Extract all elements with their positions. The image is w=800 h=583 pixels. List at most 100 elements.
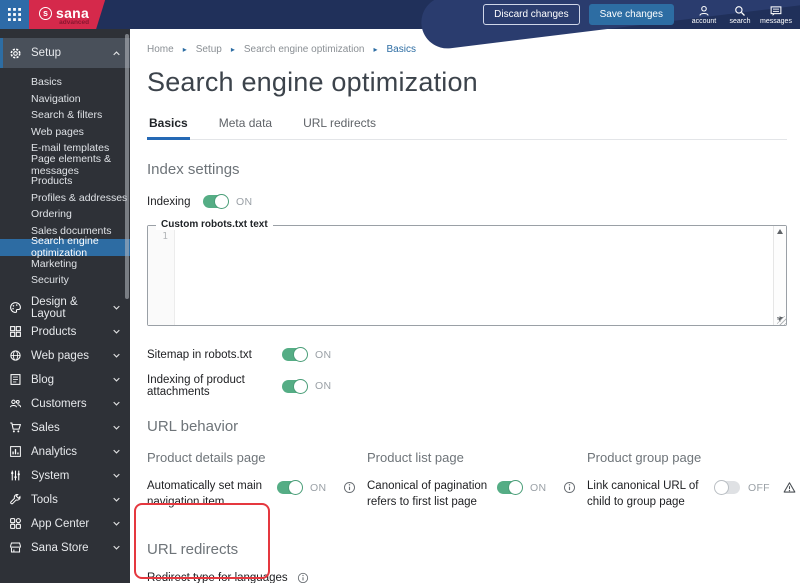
sitemap-label: Sitemap in robots.txt bbox=[147, 348, 252, 361]
sidebar-section-blog[interactable]: Blog bbox=[0, 368, 130, 392]
resize-grip-icon[interactable] bbox=[777, 316, 786, 325]
robots-txt-textarea[interactable] bbox=[175, 226, 773, 325]
breadcrumb-separator-icon: ▸ bbox=[373, 45, 378, 54]
index-settings-heading: Index settings bbox=[147, 161, 240, 178]
sidebar-item-web-pages[interactable]: Web pages bbox=[0, 124, 130, 141]
sitemap-toggle[interactable] bbox=[282, 347, 308, 362]
palette-icon bbox=[10, 302, 21, 313]
robots-txt-editor-label: Custom robots.txt text bbox=[156, 219, 273, 230]
breadcrumb-current: Basics bbox=[386, 44, 416, 55]
chevron-down-icon bbox=[113, 305, 120, 310]
chevron-down-icon bbox=[113, 401, 120, 406]
apps-grid-icon bbox=[8, 8, 21, 21]
url-redirects-heading: URL redirects bbox=[147, 541, 239, 559]
warning-icon[interactable] bbox=[783, 481, 796, 494]
sidebar-section-setup[interactable]: Setup bbox=[0, 38, 130, 68]
info-icon[interactable] bbox=[563, 481, 576, 494]
sidebar-section-web-pages[interactable]: Web pages bbox=[0, 344, 130, 368]
page-title: Search engine optimization bbox=[147, 67, 478, 97]
indexing-setting-row: Indexing ON bbox=[147, 194, 787, 209]
line-number-gutter: 1 bbox=[148, 226, 175, 325]
sidebar-section-label: Setup bbox=[31, 47, 62, 59]
sana-logo[interactable]: s sana advanced bbox=[29, 0, 105, 29]
sidebar-item-search-engine-optimization[interactable]: Search engine optimization bbox=[0, 235, 130, 259]
indexing-toggle[interactable] bbox=[203, 194, 229, 209]
sidebar-section-sales[interactable]: Sales bbox=[0, 416, 130, 440]
sidebar: Setup Basics Navigation Search & filters… bbox=[0, 29, 130, 583]
link-canonical-child-state: OFF bbox=[748, 481, 770, 494]
chevron-down-icon bbox=[113, 473, 120, 478]
wrench-icon bbox=[10, 494, 21, 505]
messages-button[interactable]: messages bbox=[758, 5, 794, 25]
account-button[interactable]: account bbox=[686, 5, 722, 25]
product-group-page-column: Product group page Link canonical URL of… bbox=[587, 450, 800, 510]
breadcrumb-setup[interactable]: Setup bbox=[196, 44, 222, 55]
sidebar-item-ordering[interactable]: Ordering bbox=[0, 206, 130, 223]
robots-txt-editor[interactable]: Custom robots.txt text 1 bbox=[147, 219, 787, 326]
chevron-up-icon bbox=[113, 50, 120, 55]
link-canonical-child-label: Link canonical URL of child to group pag… bbox=[587, 480, 699, 508]
sidebar-section-sana-store[interactable]: Sana Store bbox=[0, 536, 130, 560]
tab-basics[interactable]: Basics bbox=[147, 116, 190, 140]
sliders-icon bbox=[11, 470, 20, 481]
breadcrumb-separator-icon: ▸ bbox=[230, 45, 235, 54]
save-changes-button[interactable]: Save changes bbox=[588, 4, 674, 25]
grid-icon bbox=[10, 326, 21, 337]
tab-meta-data[interactable]: Meta data bbox=[217, 116, 274, 139]
product-attachments-setting-row: Indexing of product attachments ON bbox=[147, 374, 787, 398]
auto-main-nav-toggle[interactable] bbox=[277, 480, 303, 495]
blog-document-icon bbox=[10, 374, 21, 385]
product-list-page-heading: Product list page bbox=[367, 450, 464, 465]
sidebar-section-customers[interactable]: Customers bbox=[0, 392, 130, 416]
discard-changes-button[interactable]: Discard changes bbox=[483, 4, 580, 25]
redirect-type-label: Redirect type for languages bbox=[147, 572, 288, 583]
sidebar-item-security[interactable]: Security bbox=[0, 272, 130, 289]
sidebar-item-navigation[interactable]: Navigation bbox=[0, 91, 130, 108]
cart-icon bbox=[10, 422, 22, 433]
topbar: s sana advanced Discard changes Save cha… bbox=[0, 0, 800, 52]
main-content: Home ▸ Setup ▸ Search engine optimizatio… bbox=[130, 29, 800, 583]
sidebar-section-products[interactable]: Products bbox=[0, 320, 130, 344]
sidebar-item-profiles-addresses[interactable]: Profiles & addresses bbox=[0, 190, 130, 207]
search-button[interactable]: search bbox=[722, 5, 758, 25]
sidebar-item-page-elements[interactable]: Page elements & messages bbox=[0, 153, 130, 177]
search-icon bbox=[735, 5, 745, 16]
gear-icon bbox=[10, 47, 21, 59]
sidebar-item-search-filters[interactable]: Search & filters bbox=[0, 107, 130, 124]
info-icon[interactable] bbox=[297, 572, 309, 583]
product-attachments-toggle[interactable] bbox=[282, 378, 308, 394]
canonical-pagination-label: Canonical of pagination refers to first … bbox=[367, 480, 488, 508]
breadcrumb-seo[interactable]: Search engine optimization bbox=[244, 44, 365, 55]
url-behavior-columns: Product details page Automatically set m… bbox=[147, 450, 796, 510]
indexing-state: ON bbox=[236, 195, 253, 208]
indexing-label: Indexing bbox=[147, 195, 191, 208]
chevron-down-icon bbox=[113, 425, 120, 430]
canonical-pagination-toggle[interactable] bbox=[497, 480, 523, 495]
url-redirects-section: URL redirects Redirect type for language… bbox=[147, 541, 787, 583]
apps-menu-button[interactable] bbox=[0, 0, 29, 29]
canonical-pagination-state: ON bbox=[530, 481, 547, 494]
bar-chart-icon bbox=[10, 446, 21, 457]
link-canonical-child-toggle[interactable] bbox=[714, 480, 740, 495]
sidebar-section-tools[interactable]: Tools bbox=[0, 488, 130, 512]
chevron-down-icon bbox=[113, 521, 120, 526]
product-group-page-heading: Product group page bbox=[587, 450, 702, 465]
sidebar-section-design-layout[interactable]: Design & Layout bbox=[0, 296, 130, 320]
sidebar-section-app-center[interactable]: App Center bbox=[0, 512, 130, 536]
breadcrumb-home[interactable]: Home bbox=[147, 44, 174, 55]
url-behavior-heading: URL behavior bbox=[147, 418, 239, 435]
info-icon[interactable] bbox=[343, 481, 356, 494]
scroll-up-icon[interactable] bbox=[777, 229, 783, 234]
sidebar-section-analytics[interactable]: Analytics bbox=[0, 440, 130, 464]
sidebar-section-system[interactable]: System bbox=[0, 464, 130, 488]
sidebar-scrollbar[interactable] bbox=[125, 34, 129, 299]
product-attachments-state: ON bbox=[315, 380, 332, 392]
sidebar-item-basics[interactable]: Basics bbox=[0, 74, 130, 91]
globe-icon bbox=[10, 350, 21, 361]
people-icon bbox=[9, 399, 22, 408]
sitemap-state: ON bbox=[315, 348, 332, 361]
chevron-down-icon bbox=[113, 329, 120, 334]
tab-url-redirects[interactable]: URL redirects bbox=[301, 116, 378, 139]
editor-scrollbar[interactable] bbox=[773, 226, 786, 325]
sitemap-setting-row: Sitemap in robots.txt ON bbox=[147, 347, 787, 362]
